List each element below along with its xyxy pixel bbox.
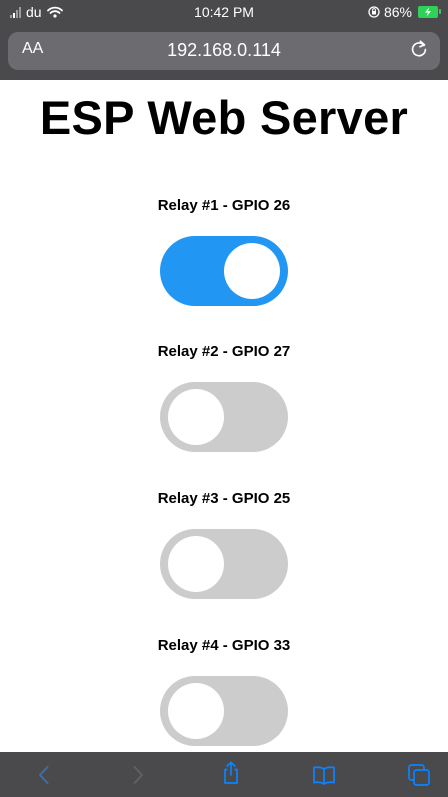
back-icon[interactable] [32,762,58,788]
relay-2: Relay #2 - GPIO 27 [0,343,448,452]
relay-label: Relay #1 - GPIO 26 [157,197,291,214]
status-right: 86% [368,4,441,20]
forward-icon[interactable] [124,762,150,788]
toggle-knob [168,536,224,592]
battery-percent: 86% [383,4,412,20]
relay-1: Relay #1 - GPIO 26 [0,197,448,306]
share-icon[interactable] [218,760,244,786]
url-field[interactable]: 192.168.0.114 [8,40,440,61]
relay-1-toggle[interactable] [160,236,288,306]
toggle-knob [224,243,280,299]
relay-4-toggle[interactable] [160,676,288,746]
bookmarks-icon[interactable] [311,762,337,788]
orientation-lock-icon [368,6,380,18]
browser-top-chrome: du 10:42 PM 86% AA 192.168.0.114 [0,0,448,80]
toggle-knob [168,683,224,739]
battery-icon [418,6,441,18]
toggle-knob [168,389,224,445]
relay-3-toggle[interactable] [160,529,288,599]
status-bar: du 10:42 PM 86% [0,0,448,30]
address-bar[interactable]: AA 192.168.0.114 [8,32,440,70]
relay-label: Relay #3 - GPIO 25 [157,490,291,507]
tabs-icon[interactable] [406,762,432,788]
relay-2-toggle[interactable] [160,382,288,452]
relay-4: Relay #4 - GPIO 33 [0,637,448,746]
relay-label: Relay #2 - GPIO 27 [157,343,291,360]
reload-icon[interactable] [408,38,430,60]
browser-bottom-toolbar [0,752,448,797]
charging-bolt-icon [425,7,431,17]
relay-label: Relay #4 - GPIO 33 [157,637,291,654]
relay-3: Relay #3 - GPIO 25 [0,490,448,599]
page-title: ESP Web Server [39,91,409,144]
